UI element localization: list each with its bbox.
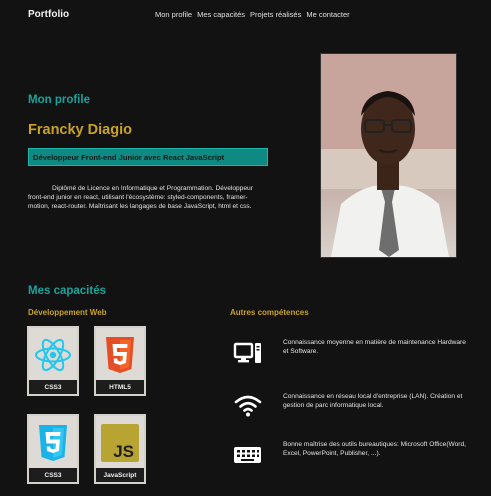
skill-card-javascript[interactable]: JS JavaScript [94, 414, 146, 484]
brand-logo[interactable]: Portfolio [28, 9, 69, 20]
skill-card-css3[interactable]: CSS3 [27, 414, 79, 484]
skill-label: CSS3 [29, 468, 77, 482]
skill-label: CSS3 [29, 380, 77, 394]
skill-card-html5[interactable]: HTML5 [94, 326, 146, 396]
profile-bio: Diplômé de Licence en Informatique et Pr… [28, 185, 253, 210]
keyboard-icon [233, 442, 263, 470]
wifi-icon [233, 392, 263, 420]
role-text: Développeur Front-end Junior avec React … [33, 152, 225, 162]
role-badge: Développeur Front-end Junior avec React … [28, 148, 268, 166]
skill-card-react[interactable]: CSS3 [27, 326, 79, 396]
javascript-icon: JS [96, 416, 144, 470]
profile-photo [320, 53, 457, 258]
react-icon [29, 328, 77, 382]
competence-text: Connaissance en réseau local d'entrepris… [283, 393, 463, 409]
computer-icon [233, 340, 263, 368]
competence-text: Bonne maîtrise des outils bureautiques: … [283, 441, 466, 457]
nav-contact[interactable]: Me contacter [306, 10, 349, 19]
competence-hardware: Connaissance moyenne en matière de maint… [233, 338, 473, 374]
main-nav: Mon profile Mes capacités Projets réalis… [155, 10, 350, 19]
competence-office: Bonne maîtrise des outils bureautiques: … [233, 440, 473, 476]
nav-projects[interactable]: Projets réalisés [250, 10, 301, 19]
web-dev-title: Développement Web [28, 308, 107, 317]
nav-capacities[interactable]: Mes capacités [197, 10, 245, 19]
other-skills-title: Autres compétences [230, 308, 309, 317]
nav-profile[interactable]: Mon profile [155, 10, 192, 19]
profile-name: Francky Diagio [28, 122, 132, 138]
competence-network: Connaissance en réseau local d'entrepris… [233, 390, 473, 426]
skill-label: HTML5 [96, 380, 144, 394]
svg-text:JS: JS [113, 442, 134, 461]
capacities-section-title: Mes capacités [28, 285, 106, 297]
competence-text: Connaissance moyenne en matière de maint… [283, 339, 466, 355]
profile-section-title: Mon profile [28, 94, 90, 106]
html5-icon [96, 328, 144, 382]
css3-icon [29, 416, 77, 470]
skill-label: JavaScript [96, 468, 144, 482]
